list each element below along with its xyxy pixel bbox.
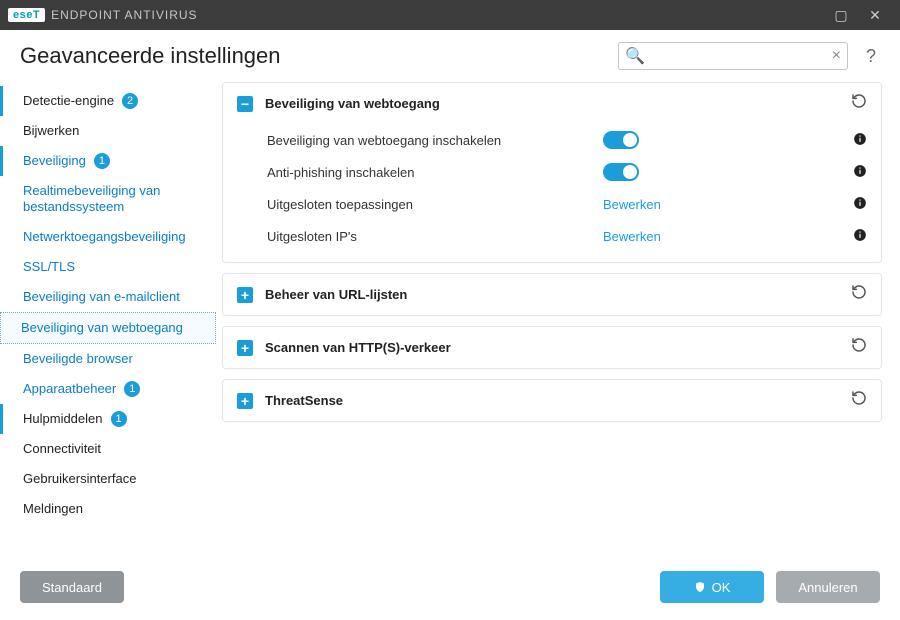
page-title: Geavanceerde instellingen [20, 43, 604, 69]
sidebar-badge: 1 [111, 411, 127, 427]
sidebar-item-label: Detectie-engine [23, 93, 114, 109]
header: Geavanceerde instellingen 🔍 × ? [0, 30, 900, 78]
sidebar-item-hulpmiddelen[interactable]: Hulpmiddelen 1 [0, 404, 216, 434]
info-icon[interactable] [843, 132, 867, 149]
panel-title: Beveiliging van webtoegang [265, 96, 839, 111]
setting-label: Beveiliging van webtoegang inschakelen [267, 133, 603, 148]
sidebar-item-netwerktoegangsbeveiliging[interactable]: Netwerktoegangsbeveiliging [0, 222, 216, 252]
panel-title: Scannen van HTTP(S)-verkeer [265, 340, 839, 355]
sidebar-item-label: Bijwerken [23, 123, 79, 139]
sidebar-item-detectie-engine[interactable]: Detectie-engine 2 [0, 86, 216, 116]
brand-mark: eseT [8, 8, 45, 22]
sidebar-item-label: Beveiliging van webtoegang [21, 320, 183, 336]
sidebar-item-meldingen[interactable]: Meldingen [0, 494, 216, 524]
sidebar-item-label: SSL/TLS [23, 259, 75, 275]
search-icon: 🔍 [625, 46, 645, 66]
sidebar-item-label: Beveiligde browser [23, 351, 133, 367]
setting-row-excluded-ips: Uitgesloten IP's Bewerken [267, 220, 867, 252]
sidebar-badge: 2 [122, 93, 138, 109]
sidebar-item-beveiliging-emailclient[interactable]: Beveiliging van e-mailclient [0, 282, 216, 312]
reset-icon[interactable] [851, 93, 867, 114]
setting-row-excluded-apps: Uitgesloten toepassingen Bewerken [267, 188, 867, 220]
sidebar-item-label: Meldingen [23, 501, 83, 517]
edit-excluded-ips-link[interactable]: Bewerken [603, 229, 661, 244]
sidebar-item-label: Connectiviteit [23, 441, 101, 457]
button-label: Annuleren [798, 580, 857, 595]
setting-label: Uitgesloten IP's [267, 229, 603, 244]
sidebar-item-label: Beveiliging van e-mailclient [23, 289, 180, 305]
sidebar-item-connectiviteit[interactable]: Connectiviteit [0, 434, 216, 464]
window-maximize-button[interactable]: ▢ [824, 7, 858, 24]
sidebar-item-label: Gebruikersinterface [23, 471, 136, 487]
panel-title: ThreatSense [265, 393, 839, 408]
expand-icon[interactable]: + [237, 393, 253, 409]
sidebar-item-label: Netwerktoegangsbeveiliging [23, 229, 186, 245]
reset-icon[interactable] [851, 337, 867, 358]
info-icon[interactable] [843, 196, 867, 213]
sidebar-item-label: Apparaatbeheer [23, 381, 116, 397]
button-label: Standaard [42, 580, 102, 595]
setting-label: Anti-phishing inschakelen [267, 165, 603, 180]
default-button[interactable]: Standaard [20, 571, 124, 603]
brand: eseT ENDPOINT ANTIVIRUS [8, 8, 198, 22]
brand-text: ENDPOINT ANTIVIRUS [51, 8, 197, 22]
sidebar-item-ssl-tls[interactable]: SSL/TLS [0, 252, 216, 282]
panel-http-verkeer[interactable]: + Scannen van HTTP(S)-verkeer [222, 326, 882, 369]
search-clear-icon[interactable]: × [832, 47, 841, 65]
panel-beveiliging-webtoegang: − Beveiliging van webtoegang Beveiliging… [222, 82, 882, 263]
footer: Standaard OK Annuleren [0, 558, 900, 616]
sidebar-item-apparaatbeheer[interactable]: Apparaatbeheer 1 [0, 374, 216, 404]
reset-icon[interactable] [851, 390, 867, 411]
edit-excluded-apps-link[interactable]: Bewerken [603, 197, 661, 212]
toggle-web-access-enable[interactable] [603, 131, 639, 149]
sidebar-item-label: Beveiliging [23, 153, 86, 169]
search-field[interactable]: 🔍 × [618, 42, 848, 70]
search-input[interactable] [649, 49, 832, 64]
sidebar-item-label: Realtimebeveiliging van bestandssysteem [23, 183, 202, 215]
title-bar: eseT ENDPOINT ANTIVIRUS ▢ ✕ [0, 0, 900, 30]
toggle-anti-phishing[interactable] [603, 163, 639, 181]
cancel-button[interactable]: Annuleren [776, 571, 880, 603]
help-button[interactable]: ? [862, 46, 880, 67]
reset-icon[interactable] [851, 284, 867, 305]
panel-title: Beheer van URL-lijsten [265, 287, 839, 302]
sidebar-item-beveiliging-webtoegang[interactable]: Beveiliging van webtoegang [0, 312, 216, 344]
content: − Beveiliging van webtoegang Beveiliging… [216, 78, 900, 558]
window-close-button[interactable]: ✕ [858, 7, 892, 24]
sidebar-item-beveiligde-browser[interactable]: Beveiligde browser [0, 344, 216, 374]
collapse-icon[interactable]: − [237, 96, 253, 112]
setting-row-anti-phishing: Anti-phishing inschakelen [267, 156, 867, 188]
sidebar: Detectie-engine 2 Bijwerken Beveiliging … [0, 78, 216, 558]
expand-icon[interactable]: + [237, 340, 253, 356]
sidebar-item-beveiliging[interactable]: Beveiliging 1 [0, 146, 216, 176]
info-icon[interactable] [843, 228, 867, 245]
panel-threatsense[interactable]: + ThreatSense [222, 379, 882, 422]
info-icon[interactable] [843, 164, 867, 181]
ok-button[interactable]: OK [660, 571, 764, 603]
shield-icon [694, 581, 706, 593]
sidebar-item-label: Hulpmiddelen [23, 411, 103, 427]
sidebar-item-bijwerken[interactable]: Bijwerken [0, 116, 216, 146]
panel-url-lijsten[interactable]: + Beheer van URL-lijsten [222, 273, 882, 316]
sidebar-badge: 1 [94, 153, 110, 169]
button-label: OK [712, 580, 731, 595]
setting-label: Uitgesloten toepassingen [267, 197, 603, 212]
sidebar-item-gebruikersinterface[interactable]: Gebruikersinterface [0, 464, 216, 494]
sidebar-badge: 1 [124, 381, 140, 397]
expand-icon[interactable]: + [237, 287, 253, 303]
sidebar-item-realtimebeveiliging[interactable]: Realtimebeveiliging van bestandssysteem [0, 176, 216, 222]
setting-row-web-access-enable: Beveiliging van webtoegang inschakelen [267, 124, 867, 156]
